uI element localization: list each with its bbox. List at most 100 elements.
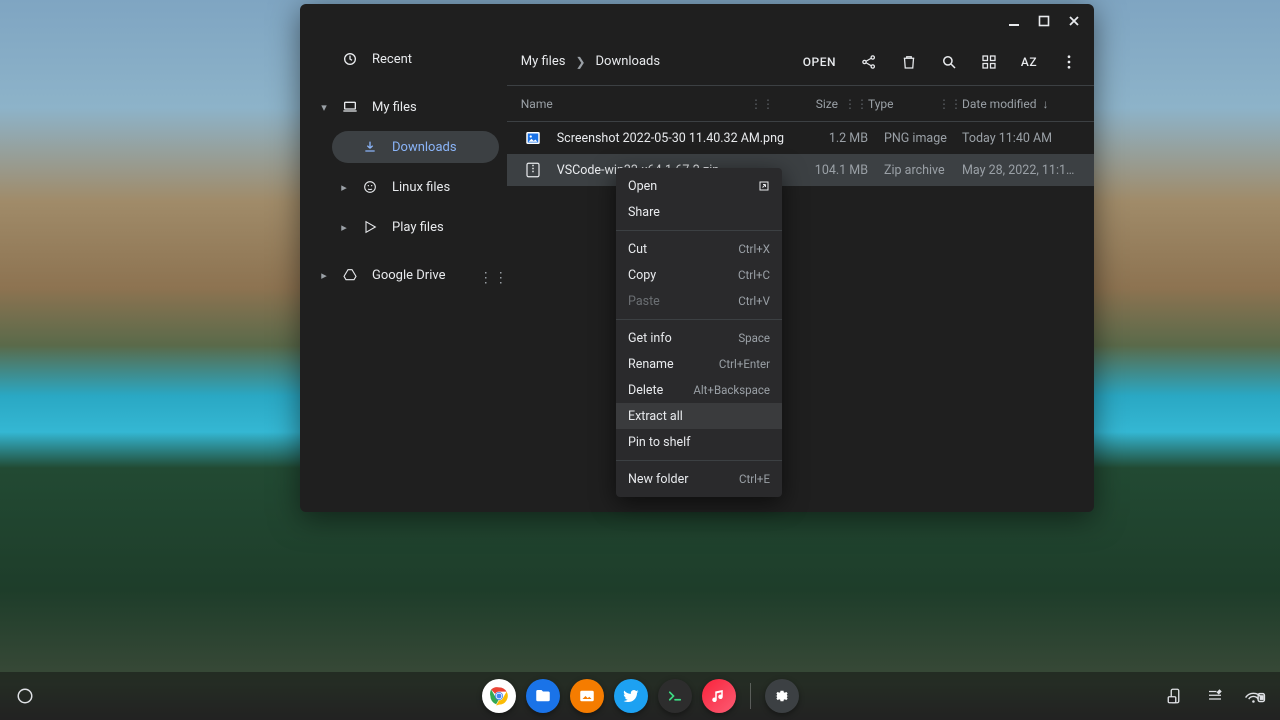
sort-desc-icon: ↓: [1043, 97, 1049, 111]
breadcrumb-root[interactable]: My files: [521, 54, 566, 69]
play-icon: [362, 219, 380, 235]
file-name: Screenshot 2022-05-30 11.40.32 AM.png: [557, 131, 784, 146]
file-type: PNG image: [868, 131, 962, 146]
open-new-icon: [758, 180, 770, 192]
twitter-icon: [622, 687, 640, 705]
file-date: Today 11:40 AM: [962, 131, 1080, 146]
menu-separator: [616, 230, 782, 231]
view-toggle-button[interactable]: [972, 45, 1006, 79]
status-tray-icon: [1244, 687, 1266, 705]
sidebar-item-label: My files: [372, 100, 417, 115]
column-resize-handle[interactable]: ⋮⋮: [750, 97, 774, 111]
shelf-apps: [482, 679, 799, 713]
menu-extract-all[interactable]: Extract all: [616, 403, 782, 429]
chrome-icon: [486, 683, 512, 709]
file-row[interactable]: Screenshot 2022-05-30 11.40.32 AM.png 1.…: [507, 122, 1094, 154]
grid-icon: [980, 53, 998, 71]
sidebar-item-label: Recent: [372, 52, 412, 67]
launcher-button[interactable]: [8, 679, 42, 713]
chevron-right-icon: ▸: [318, 269, 330, 282]
app-files[interactable]: [526, 679, 560, 713]
column-name[interactable]: Name ⋮⋮: [521, 97, 784, 111]
app-gallery[interactable]: [570, 679, 604, 713]
shelf-status: [1158, 672, 1272, 720]
menu-share[interactable]: Share: [616, 199, 782, 225]
context-menu: Open Share CutCtrl+X CopyCtrl+C PasteCtr…: [616, 168, 782, 497]
stylus-icon: [1206, 687, 1224, 705]
menu-paste: PasteCtrl+V: [616, 288, 782, 314]
sort-button[interactable]: AZ: [1012, 45, 1046, 79]
menu-new-folder[interactable]: New folderCtrl+E: [616, 466, 782, 492]
sidebar-item-downloads[interactable]: Downloads: [332, 131, 499, 163]
open-button[interactable]: OPEN: [793, 45, 846, 79]
search-button[interactable]: [932, 45, 966, 79]
music-icon: [710, 687, 728, 705]
window-titlebar: [300, 4, 1094, 38]
sidebar-item-recent[interactable]: Recent: [308, 43, 499, 75]
sidebar-item-label: Downloads: [392, 140, 457, 155]
status-tray[interactable]: [1238, 679, 1272, 713]
sidebar-item-myfiles[interactable]: ▾ My files: [308, 91, 499, 123]
app-twitter[interactable]: [614, 679, 648, 713]
sidebar-item-label: Play files: [392, 220, 444, 235]
menu-separator: [616, 319, 782, 320]
more-vert-icon: [1060, 53, 1078, 71]
menu-delete[interactable]: DeleteAlt+Backspace: [616, 377, 782, 403]
breadcrumb: My files ❯ Downloads: [521, 54, 787, 69]
maximize-button[interactable]: [1030, 7, 1058, 35]
column-size[interactable]: Size ⋮⋮: [784, 97, 868, 111]
linux-icon: [362, 179, 380, 195]
chevron-right-icon: ▸: [338, 181, 350, 194]
drive-icon: [342, 267, 360, 283]
toolbar: My files ❯ Downloads OPEN AZ: [507, 38, 1094, 86]
sidebar: Recent ▾ My files Downloads ▸: [300, 38, 507, 512]
menu-rename[interactable]: RenameCtrl+Enter: [616, 351, 782, 377]
folder-icon: [534, 687, 552, 705]
menu-cut[interactable]: CutCtrl+X: [616, 236, 782, 262]
delete-button[interactable]: [892, 45, 926, 79]
phone-hub-button[interactable]: [1158, 679, 1192, 713]
sidebar-item-linux[interactable]: ▸ Linux files: [332, 171, 499, 203]
sidebar-item-label: Google Drive: [372, 268, 445, 283]
file-size: 1.2 MB: [784, 131, 868, 146]
minimize-button[interactable]: [1000, 7, 1028, 35]
sidebar-item-drive[interactable]: ▸ Google Drive: [308, 259, 499, 291]
app-music[interactable]: [702, 679, 736, 713]
file-row[interactable]: VSCode-win32-x64-1.67.2.zip 104.1 MB Zip…: [507, 154, 1094, 186]
chevron-right-icon: ❯: [575, 55, 585, 69]
menu-getinfo[interactable]: Get infoSpace: [616, 325, 782, 351]
column-headers: Name ⋮⋮ Size ⋮⋮ Type ⋮⋮ Date modified ↓: [507, 86, 1094, 122]
zip-file-icon: [521, 160, 545, 180]
column-date[interactable]: Date modified ↓: [962, 97, 1080, 111]
phone-hub-icon: [1166, 687, 1184, 705]
sidebar-item-play[interactable]: ▸ Play files: [332, 211, 499, 243]
column-resize-handle[interactable]: ⋮⋮: [844, 97, 868, 111]
main-pane: My files ❯ Downloads OPEN AZ: [507, 38, 1094, 512]
app-settings[interactable]: [765, 679, 799, 713]
column-resize-handle[interactable]: ⋮⋮: [938, 97, 962, 111]
sidebar-item-label: Linux files: [392, 180, 450, 195]
app-terminal[interactable]: [658, 679, 692, 713]
launcher-icon: [16, 687, 34, 705]
breadcrumb-leaf[interactable]: Downloads: [596, 54, 661, 69]
more-button[interactable]: [1052, 45, 1086, 79]
close-button[interactable]: [1060, 7, 1088, 35]
chevron-right-icon: ▸: [338, 221, 350, 234]
share-button[interactable]: [852, 45, 886, 79]
menu-copy[interactable]: CopyCtrl+C: [616, 262, 782, 288]
laptop-icon: [342, 99, 360, 115]
menu-open[interactable]: Open: [616, 173, 782, 199]
file-list: Screenshot 2022-05-30 11.40.32 AM.png 1.…: [507, 122, 1094, 512]
share-icon: [860, 53, 878, 71]
stylus-button[interactable]: [1198, 679, 1232, 713]
file-size: 104.1 MB: [784, 163, 868, 178]
sidebar-resize-handle[interactable]: ⋮⋮: [479, 270, 509, 286]
trash-icon: [900, 53, 918, 71]
shelf: [0, 672, 1280, 720]
app-chrome[interactable]: [482, 679, 516, 713]
shelf-separator: [750, 683, 751, 709]
gallery-icon: [578, 687, 596, 705]
column-type[interactable]: Type ⋮⋮: [868, 97, 962, 111]
image-file-icon: [521, 128, 545, 148]
menu-pin-shelf[interactable]: Pin to shelf: [616, 429, 782, 455]
